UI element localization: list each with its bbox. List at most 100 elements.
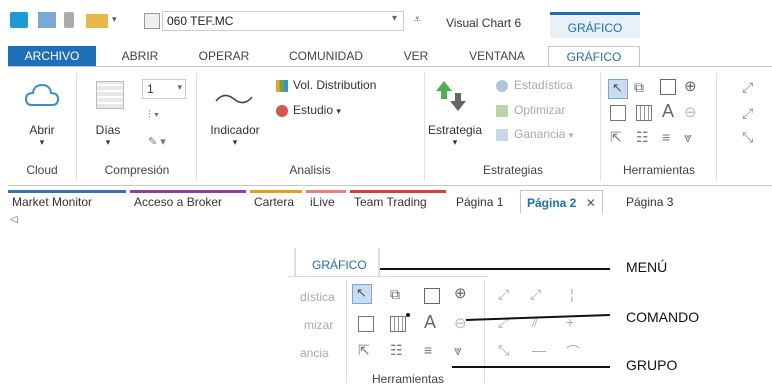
zoom-out-icon[interactable]: ⊖ (684, 103, 697, 121)
zoom-rectangle-icon (424, 288, 440, 304)
optimizar-button[interactable]: Optimizar (514, 103, 565, 117)
zoom-tab-line (294, 248, 296, 276)
tab-cartera[interactable]: Cartera (254, 190, 294, 212)
group-estrategias-label: Estrategias (482, 163, 544, 177)
ganancia-label: Ganancia (514, 127, 566, 141)
zoom-diag-line-icon: ⤡ (498, 342, 510, 358)
vol-distribution-button[interactable]: Vol. Distribution (293, 78, 376, 92)
tab-abrir[interactable]: ABRIR (112, 46, 168, 66)
rectangle-tool-icon[interactable] (660, 79, 676, 95)
pin-icon[interactable] (64, 12, 74, 28)
estadistica-button[interactable]: Estadística (514, 78, 573, 92)
arrow-down-tool-icon[interactable]: ⩔ (684, 129, 692, 146)
chevron-down-icon: ▾ (452, 137, 458, 147)
zoom-window-icon (358, 316, 374, 332)
callout-line-menu (380, 268, 610, 270)
tab-pagina-2-label: Página 2 (527, 196, 577, 210)
bars-settings-icon[interactable]: ⫶ ▾ (148, 109, 159, 122)
line-tool-icon[interactable]: ⤢ (742, 79, 753, 96)
abrir-button[interactable]: Abrir (22, 123, 62, 137)
tab-market-monitor[interactable]: Market Monitor (12, 190, 92, 212)
group-herramientas-label: Herramientas (622, 163, 696, 177)
indicator-wave-icon[interactable] (214, 89, 254, 109)
dias-button[interactable]: Días (90, 123, 126, 137)
zoom-line-tool-icon: ⤢ (498, 286, 510, 302)
zoom-in-icon[interactable]: ⊕ (684, 77, 697, 95)
zoom-label-optimizar: mizar (304, 318, 334, 332)
pointer-tool-icon[interactable]: ↖ (608, 79, 628, 99)
fibonacci-icon[interactable]: ⇱ (610, 129, 622, 146)
text-tool-icon[interactable]: A (662, 101, 674, 122)
tab-pagina-3[interactable]: Página 3 (626, 190, 673, 212)
zoom-fibonacci-icon: ⇱ (358, 342, 370, 358)
chevron-down-icon: ▾ (39, 137, 45, 147)
strategy-arrows-icon[interactable] (436, 79, 466, 113)
pencil-icon[interactable]: ✎ ▾ (148, 135, 166, 148)
tab-comunidad[interactable]: COMUNIDAD (272, 46, 380, 66)
tab-ventana[interactable]: VENTANA (452, 46, 542, 66)
zoom-arrow-down-icon: ⩔ (454, 342, 462, 358)
ray-tool-icon[interactable]: ⤢ (742, 105, 753, 122)
tab-team-trading[interactable]: Team Trading (354, 190, 427, 212)
group-cloud-label: Cloud (26, 163, 58, 177)
compression-value: 1 (147, 82, 154, 96)
zoom-list-icon: ☷ (390, 342, 403, 358)
estudio-label: Estudio (293, 103, 334, 117)
tab-ver[interactable]: VER (392, 46, 440, 66)
customize-icon[interactable]: ⩡ (414, 12, 421, 27)
extended-line-icon[interactable]: ⤡ (742, 129, 753, 146)
compression-select[interactable]: 1 ▾ (142, 79, 186, 99)
zoom-lines-icon: ≡ (424, 342, 433, 358)
close-icon[interactable]: ✕ (586, 196, 596, 210)
workspace-icon[interactable] (38, 12, 56, 28)
symbol-select[interactable]: 060 TEF.MC ▾ (162, 11, 404, 31)
zoom-tab-border (378, 248, 380, 276)
gain-icon (496, 129, 508, 141)
indicador-button[interactable]: Indicador (200, 123, 270, 137)
lines-tool-icon[interactable]: ≡ (662, 129, 670, 145)
estrategia-button[interactable]: Estrategia (422, 123, 488, 137)
group-compresion-label: Compresión (104, 163, 170, 177)
window-tool-icon[interactable] (610, 105, 626, 121)
chevron-down-icon: ▾ (177, 82, 182, 92)
zoom-sep (346, 280, 347, 383)
calendar-icon[interactable] (96, 81, 124, 109)
tab-grafico[interactable]: GRÁFICO (548, 46, 640, 68)
app-logo-icon[interactable] (10, 12, 28, 28)
folder-icon[interactable] (86, 14, 108, 28)
study-icon (276, 105, 288, 117)
chart-symbol-icon (144, 13, 160, 29)
callout-grupo: GRUPO (626, 357, 678, 373)
chart-tool-icon[interactable]: ⧉ (634, 79, 644, 96)
scroll-left-icon[interactable]: ◁ (10, 214, 18, 225)
statistics-icon (496, 80, 508, 92)
cloud-icon[interactable] (24, 79, 60, 109)
tab-pagina-2[interactable]: Página 2 ✕ (520, 190, 603, 213)
list-tool-icon[interactable]: ☷ (636, 129, 649, 146)
document-tabs-bar: Market Monitor Acceso a Broker Cartera i… (8, 190, 772, 214)
grid-tool-icon[interactable] (636, 105, 652, 121)
app-title: Visual Chart 6 (446, 16, 522, 30)
context-tab-title: GRÁFICO (550, 12, 640, 38)
chevron-down-icon: ▾ (391, 13, 397, 24)
tab-archivo[interactable]: ARCHIVO (8, 46, 96, 66)
estudio-button[interactable]: Estudio ▾ (293, 103, 341, 117)
chevron-down-icon[interactable]: ▾ (112, 14, 117, 25)
tab-ilive[interactable]: iLive (310, 190, 335, 212)
zoom-ribbon-border (288, 276, 488, 277)
ganancia-button[interactable]: Ganancia ▾ (514, 127, 573, 141)
volume-icon (276, 80, 288, 92)
ribbon: Abrir ▾ Cloud Días ▾ 1 ▾ ⫶ ▾ ✎ ▾ Compres… (8, 66, 772, 186)
zoom-grid-icon (390, 316, 406, 332)
tab-acceso-broker[interactable]: Acceso a Broker (134, 190, 222, 212)
zoom-label-estadistica: dística (300, 290, 335, 304)
zoom-vline-tool-icon: ¦ (570, 286, 574, 302)
zoom-curve-icon: ⌒ (566, 344, 580, 360)
chevron-down-icon: ▾ (336, 106, 341, 116)
tab-pagina-1[interactable]: Página 1 (456, 190, 503, 212)
zoom-hline-icon: — (532, 342, 546, 358)
callout-dot (406, 313, 410, 317)
tab-operar[interactable]: OPERAR (186, 46, 262, 66)
symbol-value: 060 TEF.MC (167, 14, 234, 28)
group-analisis-label: Analisis (289, 163, 331, 177)
